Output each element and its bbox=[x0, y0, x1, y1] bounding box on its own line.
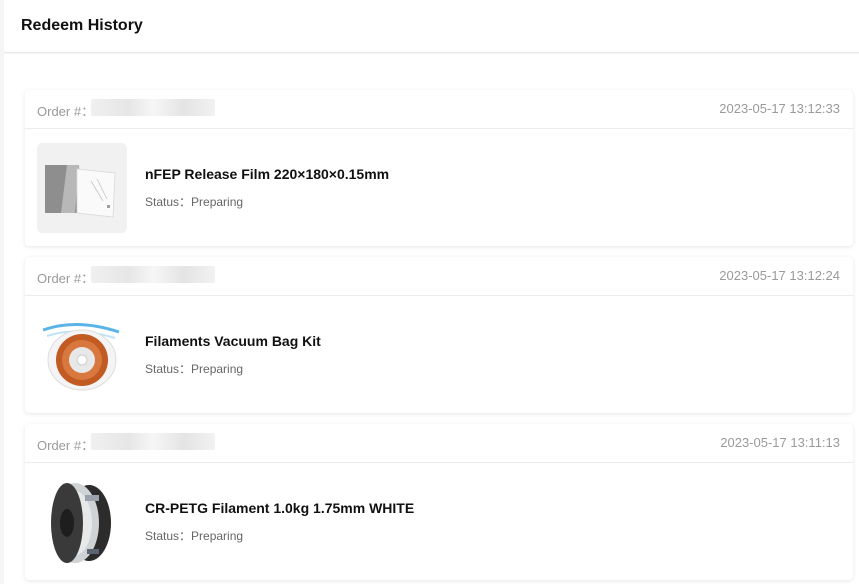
order-card[interactable]: Order #： 2023-05-17 13:12:33 nFEP Releas… bbox=[25, 90, 853, 246]
status-label: Status： bbox=[145, 195, 192, 209]
status-label: Status： bbox=[145, 362, 192, 376]
release-film-image[interactable] bbox=[37, 143, 127, 233]
order-header: Order #： 2023-05-17 13:12:24 bbox=[25, 257, 853, 296]
order-number-label: Order #： bbox=[37, 104, 95, 119]
order-number-redacted bbox=[91, 433, 215, 450]
vacuum-bag-kit-image[interactable] bbox=[37, 310, 127, 400]
page-title: Redeem History bbox=[21, 17, 143, 34]
petg-filament-spool-image[interactable] bbox=[37, 477, 127, 567]
product-name[interactable]: Filaments Vacuum Bag Kit bbox=[145, 333, 321, 349]
redeem-history-list: Order #： 2023-05-17 13:12:33 nFEP Releas… bbox=[4, 54, 859, 584]
order-timestamp: 2023-05-17 13:12:33 bbox=[719, 101, 840, 116]
status-label: Status： bbox=[145, 529, 192, 543]
order-timestamp: 2023-05-17 13:12:24 bbox=[719, 268, 840, 283]
product-name[interactable]: CR-PETG Filament 1.0kg 1.75mm WHITE bbox=[145, 500, 414, 516]
order-number-redacted bbox=[91, 99, 215, 116]
order-number-redacted bbox=[91, 266, 215, 283]
order-status: Status：Preparing bbox=[145, 193, 243, 210]
status-value: Preparing bbox=[191, 362, 244, 376]
page-header: Redeem History bbox=[4, 0, 859, 53]
order-card[interactable]: Order #： 2023-05-17 13:11:13 CR-PETG Fil… bbox=[25, 424, 853, 580]
order-status: Status：Preparing bbox=[145, 527, 243, 544]
order-number-label: Order #： bbox=[37, 438, 95, 453]
status-value: Preparing bbox=[191, 529, 244, 543]
order-card[interactable]: Order #： 2023-05-17 13:12:24 Filaments V… bbox=[25, 257, 853, 413]
order-timestamp: 2023-05-17 13:11:13 bbox=[720, 435, 840, 450]
product-name[interactable]: nFEP Release Film 220×180×0.15mm bbox=[145, 166, 389, 182]
status-value: Preparing bbox=[191, 195, 244, 209]
order-status: Status：Preparing bbox=[145, 360, 243, 377]
order-header: Order #： 2023-05-17 13:11:13 bbox=[25, 424, 853, 463]
order-header: Order #： 2023-05-17 13:12:33 bbox=[25, 90, 853, 129]
order-number-label: Order #： bbox=[37, 271, 95, 286]
